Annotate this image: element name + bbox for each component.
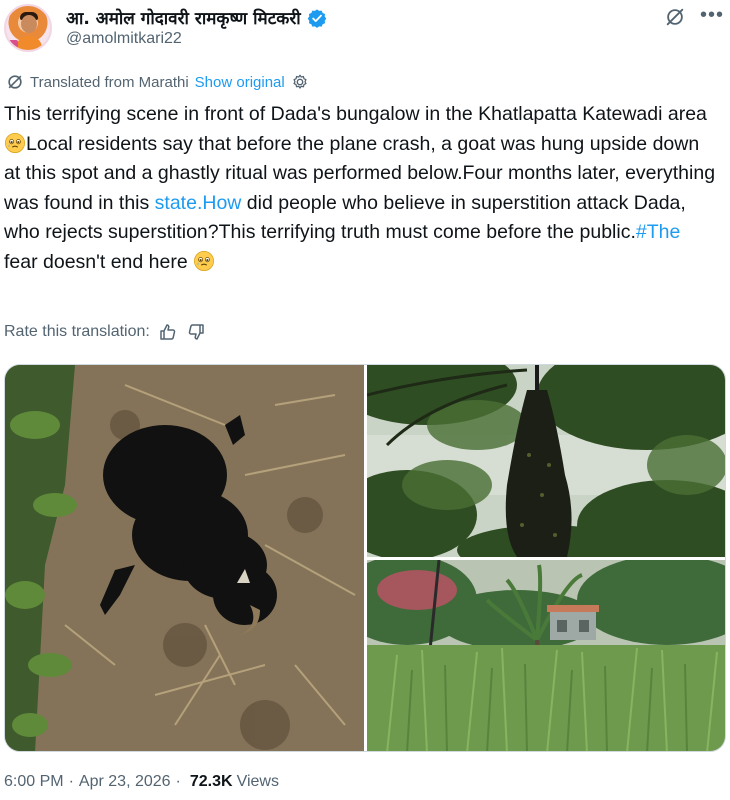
tweet-time[interactable]: 6:00 PM (4, 773, 64, 791)
gear-icon[interactable] (291, 73, 309, 91)
rate-translation-row: Rate this translation: (4, 322, 206, 342)
tweet-text-part1: This terrifying scene in front of Dada's… (4, 103, 707, 125)
author-name-row: आ. अमोल गोदावरी रामकृष्ण मिटकरी (66, 6, 327, 29)
grok-icon[interactable] (664, 6, 686, 28)
thumbs-up-icon[interactable] (158, 322, 178, 342)
translated-from-label: Translated from Marathi (30, 73, 189, 91)
avatar[interactable] (4, 4, 52, 52)
tweet-date[interactable]: Apr 23, 2026 (79, 773, 171, 791)
avatar-face (21, 15, 37, 33)
author-handle[interactable]: @amolmitkari22 (66, 30, 182, 48)
photo-field-tower[interactable] (367, 560, 725, 751)
crying-face-emoji-icon (4, 132, 26, 154)
translate-icon (6, 73, 24, 91)
more-options-icon[interactable]: ••• (700, 5, 724, 25)
show-original-link[interactable]: Show original (195, 74, 285, 91)
thumbs-down-icon[interactable] (186, 322, 206, 342)
author-display-name[interactable]: आ. अमोल गोदावरी रामकृष्ण मिटकरी (66, 6, 301, 29)
translation-bar: Translated from Marathi Show original (6, 73, 309, 91)
views-count: 72.3K (189, 773, 233, 790)
rate-translation-label: Rate this translation: (4, 323, 150, 340)
separator-dot: · (175, 773, 181, 790)
tweet-text-part4: fear doesn't end here (4, 250, 194, 273)
photo-dead-goat[interactable] (5, 365, 364, 751)
avatar-shirt (16, 36, 42, 50)
tweet-text: This terrifying scene in front of Dada's… (4, 100, 716, 278)
tweet-link-state[interactable]: state.How (155, 192, 242, 214)
photo-goat-hanging[interactable] (367, 365, 725, 557)
tweet-metadata: 6:00 PM · Apr 23, 2026 · 72.3K Views (4, 773, 279, 791)
media-grid (4, 364, 726, 752)
verified-badge-icon (307, 8, 327, 28)
crying-face-emoji-icon (193, 250, 215, 272)
hashtag-the[interactable]: #The (636, 221, 680, 243)
tweet-header: आ. अमोल गोदावरी रामकृष्ण मिटकरी @amolmit… (0, 0, 730, 60)
avatar-accent (8, 40, 18, 48)
separator-dot: · (68, 773, 74, 790)
views-label: Views (236, 773, 279, 790)
